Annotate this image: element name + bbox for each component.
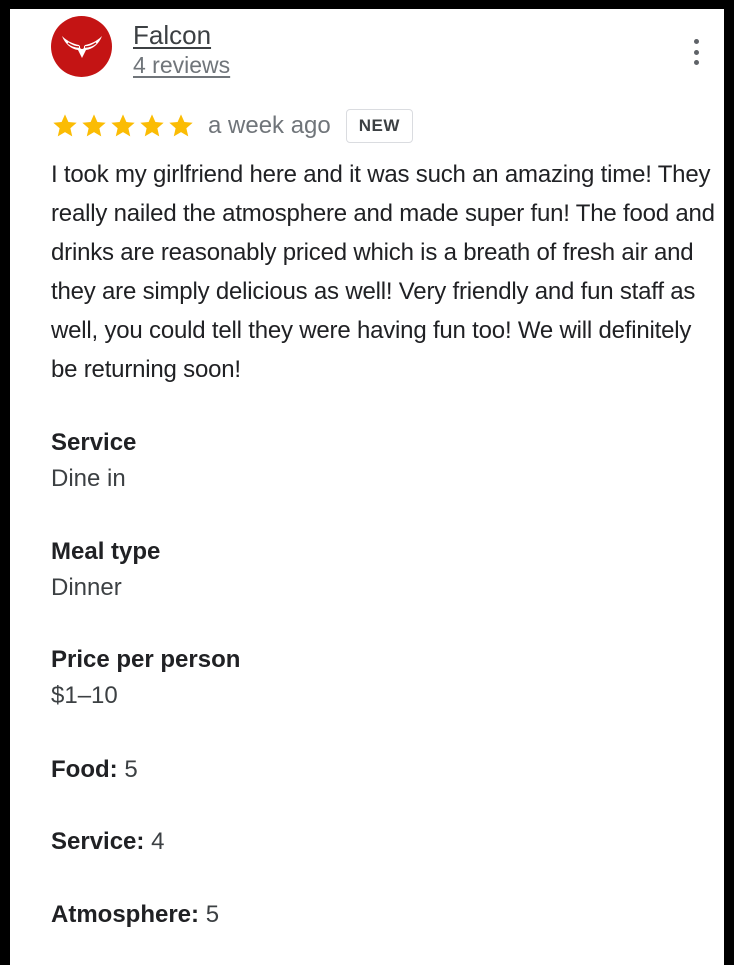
star-icon xyxy=(51,112,79,140)
detail-service: Service Dine in xyxy=(51,428,136,494)
subrating-label: Atmosphere: xyxy=(51,901,200,928)
reviewer-name-link[interactable]: Falcon xyxy=(133,19,230,51)
detail-label: Price per person xyxy=(51,646,241,673)
detail-value: $1–10 xyxy=(51,682,118,709)
falcon-logo-icon xyxy=(61,35,102,58)
subrating-atmosphere: Atmosphere: 5 xyxy=(51,900,219,930)
reviewer-info: Falcon 4 reviews xyxy=(133,19,230,79)
detail-meal-type: Meal type Dinner xyxy=(51,537,160,603)
reviewer-review-count-link[interactable]: 4 reviews xyxy=(133,51,230,79)
detail-value: Dine in xyxy=(51,465,126,492)
subrating-value: 4 xyxy=(151,828,165,855)
detail-label: Service xyxy=(51,429,137,456)
rating-row: a week ago NEW xyxy=(51,107,413,145)
subrating-value: 5 xyxy=(205,901,220,928)
star-icon xyxy=(80,112,108,140)
subrating-value: 5 xyxy=(124,756,138,783)
more-vert-icon[interactable] xyxy=(686,39,706,65)
review-time: a week ago xyxy=(208,112,331,139)
subrating-service: Service: 4 xyxy=(51,827,164,857)
avatar[interactable] xyxy=(51,16,112,77)
review-text: I took my girlfriend here and it was suc… xyxy=(51,161,715,383)
subrating-food: Food: 5 xyxy=(51,755,138,785)
detail-value: Dinner xyxy=(51,574,122,601)
detail-label: Meal type xyxy=(51,538,161,565)
star-icon xyxy=(109,112,137,140)
subrating-label: Food: xyxy=(51,756,118,783)
star-rating xyxy=(51,112,195,140)
star-icon xyxy=(167,112,195,140)
detail-price-per-person: Price per person $1–10 xyxy=(51,645,240,711)
subrating-label: Service: xyxy=(51,828,145,855)
star-icon xyxy=(138,112,166,140)
review-card: Falcon 4 reviews a week ago NEW I took m… xyxy=(10,9,724,965)
new-badge: NEW xyxy=(345,109,413,143)
